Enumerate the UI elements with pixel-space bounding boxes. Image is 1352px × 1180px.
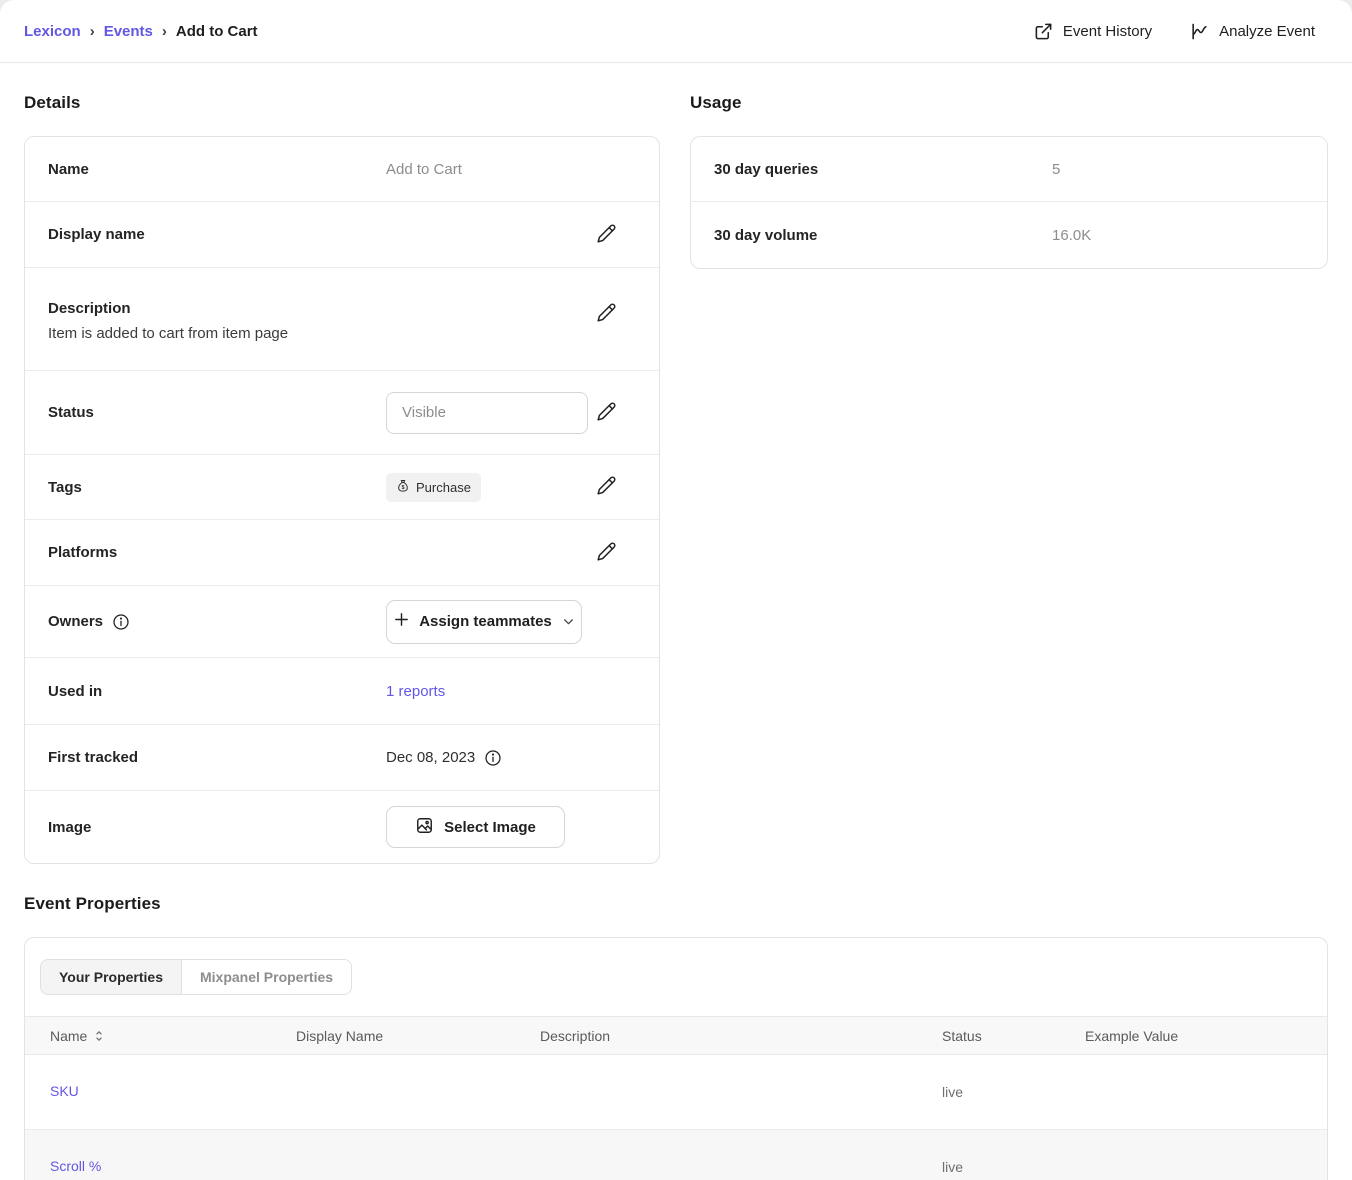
plus-icon	[393, 611, 410, 632]
description-label: Description	[48, 300, 288, 317]
first-tracked-label: First tracked	[48, 749, 386, 766]
detail-row-owners: Owners Assign teammates	[25, 586, 659, 658]
edit-platforms-button[interactable]	[596, 541, 617, 565]
usage-section: Usage 30 day queries 5 30 day volume 16.…	[690, 63, 1328, 269]
status-label: Status	[48, 404, 386, 421]
detail-row-status: Status	[25, 371, 659, 455]
platforms-label: Platforms	[48, 544, 386, 561]
used-in-label: Used in	[48, 683, 386, 700]
tab-your-properties[interactable]: Your Properties	[41, 960, 182, 994]
pencil-icon	[596, 223, 617, 247]
page-card: Lexicon › Events › Add to Cart Event His…	[0, 0, 1352, 1180]
detail-row-tags: Tags $ Purchase	[25, 455, 659, 520]
analyze-event-label: Analyze Event	[1219, 23, 1315, 40]
sort-icon	[94, 1030, 104, 1042]
chevron-down-icon	[562, 615, 575, 628]
queries-label: 30 day queries	[714, 161, 1052, 178]
detail-row-description: Description Item is added to cart from i…	[25, 268, 659, 371]
column-header-description: Description	[540, 1028, 942, 1044]
pencil-icon	[596, 302, 617, 326]
svg-text:$: $	[401, 484, 404, 490]
select-image-label: Select Image	[444, 819, 536, 836]
cell-status: live	[942, 1084, 1085, 1100]
pencil-icon	[596, 541, 617, 565]
properties-tab-group: Your Properties Mixpanel Properties	[40, 959, 352, 995]
column-header-display-name: Display Name	[296, 1028, 540, 1044]
tab-mixpanel-properties[interactable]: Mixpanel Properties	[182, 960, 351, 994]
detail-row-name: Name Add to Cart	[25, 137, 659, 202]
line-chart-icon	[1190, 22, 1209, 41]
tag-chip-purchase[interactable]: $ Purchase	[386, 473, 481, 502]
assign-teammates-label: Assign teammates	[419, 613, 552, 630]
column-header-status: Status	[942, 1028, 1085, 1044]
external-link-icon	[1034, 22, 1053, 41]
pencil-icon	[596, 401, 617, 425]
detail-row-platforms: Platforms	[25, 520, 659, 586]
owners-label: Owners	[48, 613, 103, 630]
table-row[interactable]: Scroll % live	[25, 1130, 1327, 1180]
detail-row-display-name: Display name	[25, 202, 659, 268]
event-properties-panel: Your Properties Mixpanel Properties Name…	[24, 937, 1328, 1180]
queries-value: 5	[1052, 161, 1285, 178]
header-actions: Event History Analyze Event	[1034, 22, 1315, 41]
volume-label: 30 day volume	[714, 227, 1052, 244]
edit-tags-button[interactable]	[596, 475, 617, 499]
image-icon	[415, 816, 434, 839]
edit-display-name-button[interactable]	[596, 223, 617, 247]
main-content: Details Name Add to Cart Display name	[0, 63, 1352, 1180]
property-link-sku[interactable]: SKU	[50, 1083, 79, 1099]
column-header-example-value: Example Value	[1085, 1028, 1327, 1044]
table-row[interactable]: SKU live	[25, 1055, 1327, 1130]
detail-row-used-in: Used in 1 reports	[25, 658, 659, 725]
usage-row-queries: 30 day queries 5	[691, 137, 1327, 202]
details-section: Details Name Add to Cart Display name	[24, 63, 660, 864]
column-header-name[interactable]: Name	[50, 1028, 296, 1044]
breadcrumb-current-page: Add to Cart	[176, 23, 258, 40]
breadcrumb-separator-icon: ›	[162, 23, 167, 40]
info-icon[interactable]	[112, 613, 130, 631]
event-history-label: Event History	[1063, 23, 1152, 40]
breadcrumb-separator-icon: ›	[90, 23, 95, 40]
breadcrumb-events[interactable]: Events	[104, 23, 153, 40]
event-properties-section: Event Properties Your Properties Mixpane…	[24, 894, 1328, 1180]
first-tracked-value: Dec 08, 2023	[386, 749, 475, 766]
event-history-button[interactable]: Event History	[1034, 22, 1152, 41]
usage-panel: 30 day queries 5 30 day volume 16.0K	[690, 136, 1328, 269]
details-title: Details	[24, 93, 660, 113]
cell-status: live	[942, 1159, 1085, 1175]
name-value: Add to Cart	[386, 161, 617, 178]
breadcrumb-lexicon[interactable]: Lexicon	[24, 23, 81, 40]
description-value: Item is added to cart from item page	[48, 325, 288, 342]
volume-value: 16.0K	[1052, 227, 1285, 244]
info-icon[interactable]	[484, 749, 502, 767]
event-properties-title: Event Properties	[24, 894, 1328, 914]
details-panel: Name Add to Cart Display name	[24, 136, 660, 864]
edit-status-button[interactable]	[596, 401, 617, 425]
money-bag-icon: $	[396, 479, 410, 496]
analyze-event-button[interactable]: Analyze Event	[1190, 22, 1315, 41]
page-header: Lexicon › Events › Add to Cart Event His…	[0, 0, 1352, 63]
pencil-icon	[596, 475, 617, 499]
used-in-reports-link[interactable]: 1 reports	[386, 683, 445, 700]
tag-label: Purchase	[416, 480, 471, 495]
property-link-scroll[interactable]: Scroll %	[50, 1158, 101, 1174]
detail-row-first-tracked: First tracked Dec 08, 2023	[25, 725, 659, 791]
usage-row-volume: 30 day volume 16.0K	[691, 202, 1327, 268]
edit-description-button[interactable]	[596, 302, 617, 326]
properties-table-header: Name Display Name Description Status Exa…	[25, 1016, 1327, 1055]
status-input[interactable]	[386, 392, 588, 434]
display-name-label: Display name	[48, 226, 386, 243]
detail-row-image: Image Select Image	[25, 791, 659, 863]
assign-teammates-button[interactable]: Assign teammates	[386, 600, 582, 644]
breadcrumb: Lexicon › Events › Add to Cart	[24, 23, 258, 40]
tags-label: Tags	[48, 479, 386, 496]
name-label: Name	[48, 161, 386, 178]
select-image-button[interactable]: Select Image	[386, 806, 565, 848]
image-label: Image	[48, 819, 386, 836]
usage-title: Usage	[690, 93, 1328, 113]
